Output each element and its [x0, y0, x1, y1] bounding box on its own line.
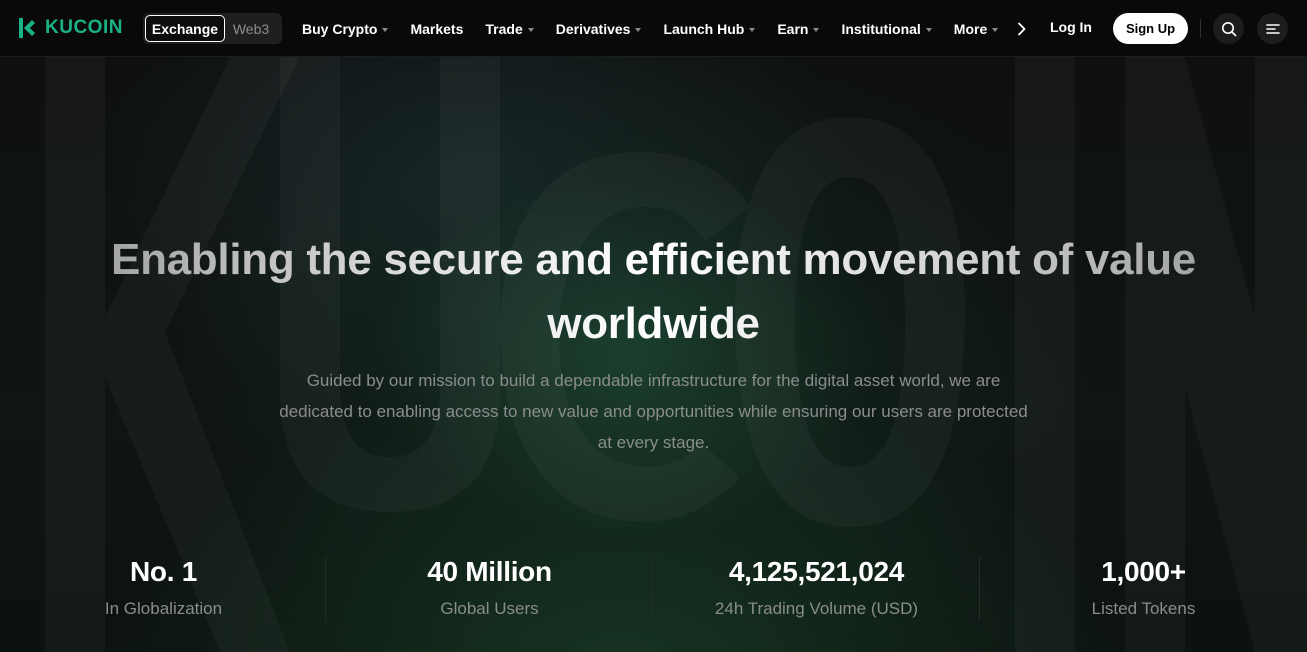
hero-headline: Enabling the secure and efficient moveme…: [0, 228, 1307, 356]
stat-listed-tokens: 1,000+ Listed Tokens: [980, 552, 1307, 621]
brand-name: KUCOIN: [45, 17, 123, 38]
chevron-right-icon: [1018, 22, 1026, 35]
menu-item-more[interactable]: More: [953, 20, 999, 37]
exchange-web3-switch: Exchange Web3: [143, 13, 282, 44]
caret-down-icon: [749, 27, 756, 32]
stats-row: No. 1 In Globalization 40 Million Global…: [0, 552, 1307, 632]
menu-item-label: Trade: [485, 20, 523, 37]
kucoin-logo-icon: [19, 18, 35, 38]
menu-icon: [1265, 23, 1280, 34]
caret-down-icon: [527, 27, 534, 32]
menu-item-label: Institutional: [841, 20, 921, 37]
caret-down-icon: [992, 27, 999, 32]
stat-label: Global Users: [440, 599, 539, 618]
stat-globalization: No. 1 In Globalization: [0, 552, 327, 621]
stat-label: 24h Trading Volume (USD): [714, 599, 919, 618]
menu-scroll-next-button[interactable]: [1016, 22, 1028, 36]
menu-item-label: Earn: [777, 20, 809, 37]
kucoin-logo[interactable]: KUCOIN: [16, 16, 123, 40]
caret-down-icon: [635, 27, 642, 32]
nav-divider: [1200, 19, 1201, 38]
main-menu: Buy Crypto Markets Trade Derivatives Lau…: [302, 0, 1028, 57]
stat-label: In Globalization: [104, 599, 223, 618]
menu-button[interactable]: [1257, 13, 1288, 44]
caret-down-icon: [813, 27, 820, 32]
stat-value: 1,000+: [1101, 556, 1186, 587]
menu-item-label: Markets: [410, 20, 464, 37]
menu-item-label: Derivatives: [555, 20, 631, 37]
top-nav: KUCOIN Exchange Web3 Buy Crypto Markets …: [0, 0, 1307, 57]
stat-value: 40 Million: [427, 556, 552, 587]
menu-item-launch-hub[interactable]: Launch Hub: [663, 20, 756, 37]
hero-section: Enabling the secure and efficient moveme…: [0, 57, 1307, 652]
exchange-tab[interactable]: Exchange: [145, 15, 225, 42]
stat-label: Listed Tokens: [1091, 599, 1196, 618]
menu-item-label: Launch Hub: [663, 20, 745, 37]
menu-item-label: More: [953, 20, 988, 37]
hero-headline-line-2: worldwide: [547, 299, 760, 349]
menu-item-institutional[interactable]: Institutional: [841, 20, 932, 37]
login-button[interactable]: Log In: [1050, 19, 1092, 35]
stat-value: 4,125,521,024: [728, 556, 905, 587]
hero-headline-line-1: Enabling the secure and efficient moveme…: [111, 235, 1196, 285]
menu-item-buy-crypto[interactable]: Buy Crypto: [302, 20, 389, 37]
signup-button[interactable]: Sign Up: [1113, 13, 1188, 44]
menu-item-label: Buy Crypto: [302, 20, 378, 37]
stat-trading-volume: 4,125,521,024 24h Trading Volume (USD): [653, 552, 980, 621]
caret-down-icon: [925, 27, 932, 32]
menu-item-trade[interactable]: Trade: [485, 20, 534, 37]
caret-down-icon: [382, 27, 389, 32]
search-button[interactable]: [1213, 13, 1244, 44]
menu-item-markets[interactable]: Markets: [410, 21, 463, 37]
hero-subtext: Guided by our mission to build a dependa…: [279, 371, 1028, 452]
menu-item-earn[interactable]: Earn: [777, 20, 820, 37]
web3-tab[interactable]: Web3: [225, 15, 277, 42]
stat-global-users: 40 Million Global Users: [326, 552, 653, 621]
menu-item-derivatives[interactable]: Derivatives: [556, 21, 642, 37]
stat-value: No. 1: [130, 556, 197, 587]
search-icon: [1221, 21, 1236, 36]
